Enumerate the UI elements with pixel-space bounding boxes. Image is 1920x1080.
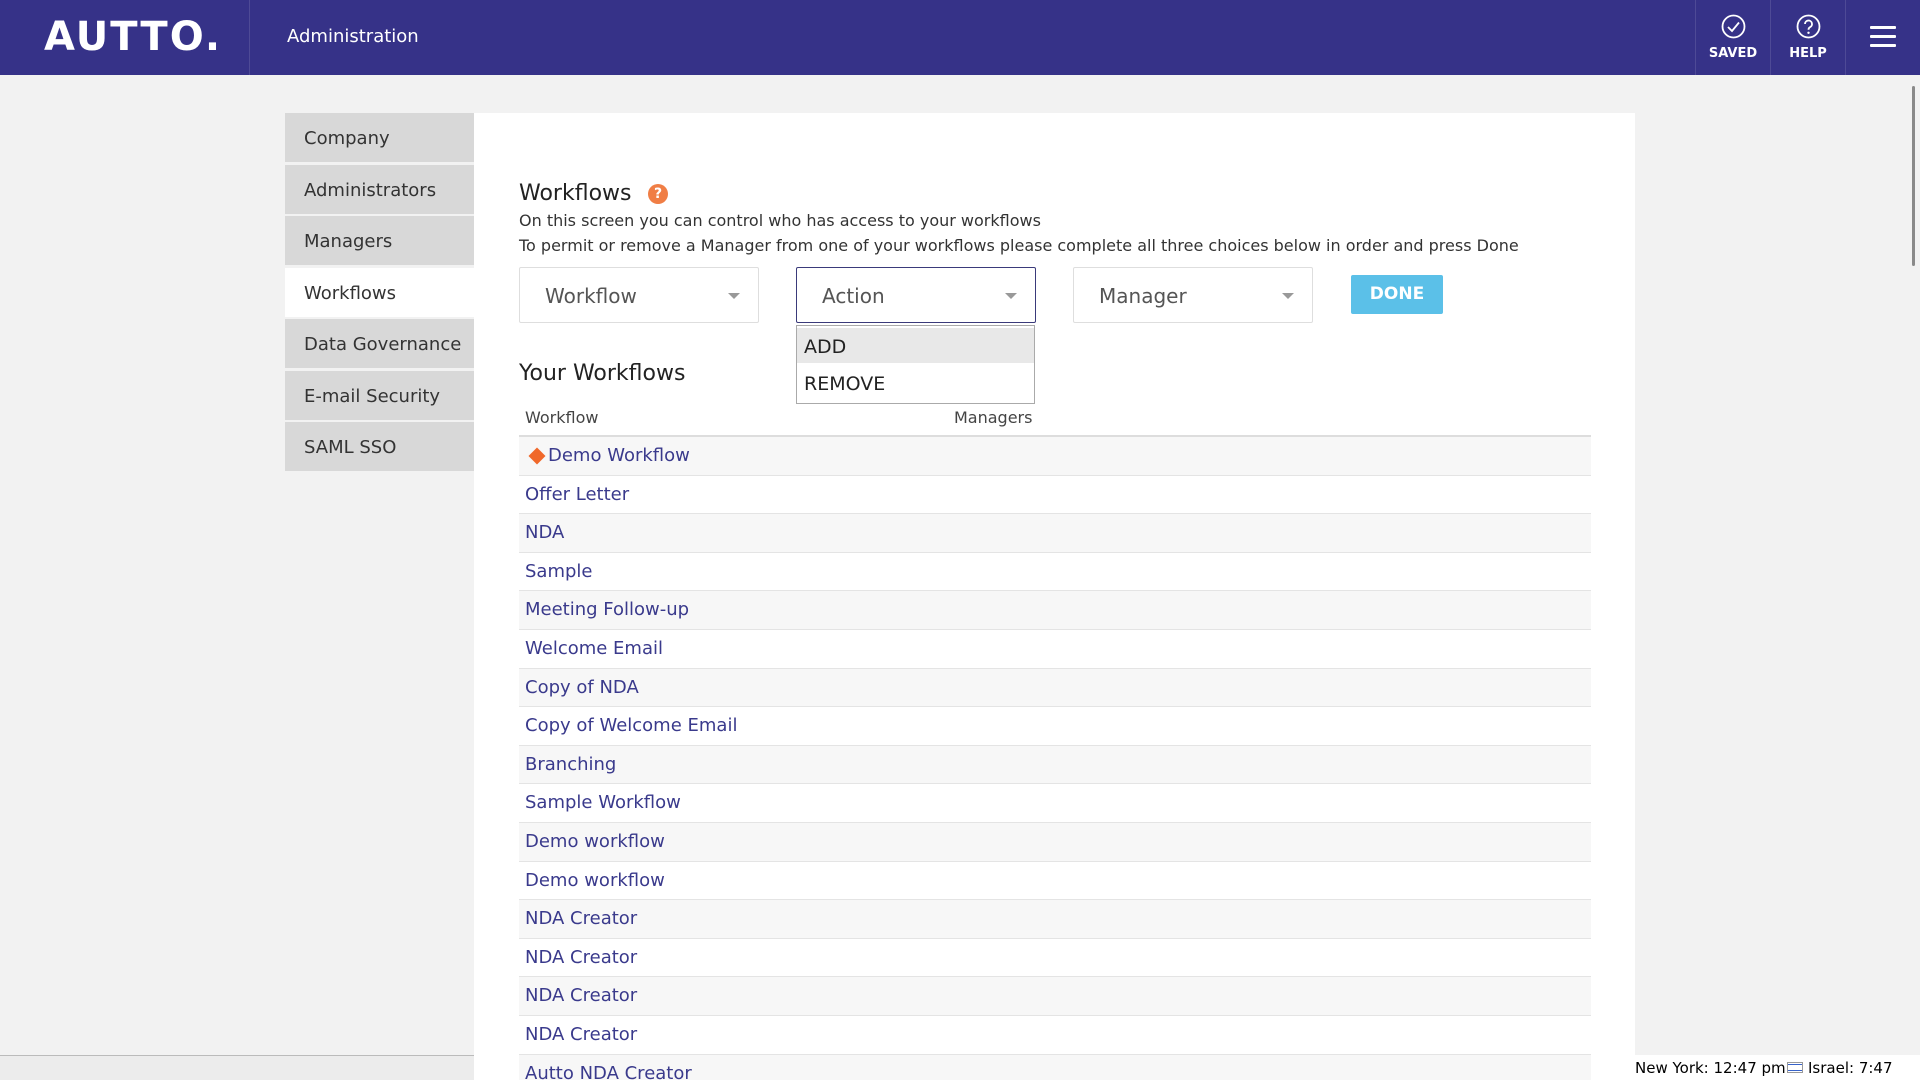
column-header-workflow: Workflow [525, 408, 599, 427]
help-circle-icon [1796, 14, 1821, 39]
workflow-link[interactable]: Welcome Email [525, 638, 663, 659]
table-row[interactable]: Demo workflow [519, 822, 1591, 862]
done-button[interactable]: DONE [1351, 275, 1443, 314]
divider [249, 0, 250, 75]
workflow-select-value: Workflow [545, 284, 637, 308]
clock-bar: New York: 12:47 pm Israel: 7:47 pm [1635, 1055, 1920, 1080]
table-row[interactable]: Autto NDA Creator [519, 1054, 1591, 1080]
sidebar-item-administrators[interactable]: Administrators [285, 164, 474, 214]
workflow-link[interactable]: NDA [525, 522, 564, 543]
chevron-down-icon [1005, 293, 1017, 299]
description-line-2: To permit or remove a Manager from one o… [519, 236, 1519, 255]
saved-button[interactable]: SAVED [1696, 0, 1770, 75]
table-row[interactable]: Meeting Follow-up [519, 591, 1591, 630]
table-row[interactable]: Copy of Welcome Email [519, 707, 1591, 746]
chevron-down-icon [728, 293, 740, 299]
table-row[interactable]: Branching [519, 745, 1591, 785]
action-option-add[interactable]: ADD [797, 328, 1034, 363]
table-row[interactable]: Sample [519, 552, 1591, 592]
help-label: HELP [1789, 46, 1827, 61]
table-row[interactable]: NDA Creator [519, 900, 1591, 939]
description-line-1: On this screen you can control who has a… [519, 211, 1041, 230]
workflow-select[interactable]: Workflow [519, 267, 759, 323]
page-title: Workflows [519, 181, 632, 206]
workflow-link[interactable]: Demo workflow [525, 831, 665, 852]
table-row[interactable]: Copy of NDA [519, 668, 1591, 708]
top-bar: AUTTO. Administration SAVED HELP [0, 0, 1920, 75]
workflow-link[interactable]: Sample [525, 561, 593, 582]
section-title: Administration [287, 26, 419, 47]
column-header-managers: Managers [954, 408, 1033, 427]
workflows-table: Demo Workflow Offer Letter NDA Sample Me… [519, 435, 1591, 1080]
chevron-down-icon [1282, 293, 1294, 299]
table-row[interactable]: Demo Workflow [519, 437, 1591, 476]
clock-new-york: New York: 12:47 pm [1635, 1059, 1786, 1077]
clock-israel: Israel: 7:47 pm [1808, 1059, 1893, 1080]
workflow-link[interactable]: Autto NDA Creator [525, 1063, 692, 1080]
table-row[interactable]: Welcome Email [519, 629, 1591, 669]
table-row[interactable]: NDA Creator [519, 1015, 1591, 1055]
table-row[interactable]: Sample Workflow [519, 784, 1591, 823]
your-workflows-title: Your Workflows [519, 361, 686, 386]
workflow-link[interactable]: Branching [525, 754, 616, 775]
divider [1845, 0, 1846, 75]
sidebar-item-managers[interactable]: Managers [285, 216, 474, 265]
workflow-link[interactable]: Demo workflow [525, 870, 665, 891]
help-icon[interactable]: ? [648, 184, 668, 204]
action-select-value: Action [822, 284, 885, 308]
help-button[interactable]: HELP [1771, 0, 1845, 75]
workflow-link[interactable]: Copy of Welcome Email [525, 715, 737, 736]
sidebar-item-workflows[interactable]: Workflows [285, 267, 474, 317]
israel-flag-icon [1787, 1062, 1803, 1073]
workflow-link[interactable]: NDA Creator [525, 1024, 637, 1045]
sidebar-item-email-security[interactable]: E-mail Security [285, 370, 474, 420]
workflow-link[interactable]: Offer Letter [525, 484, 629, 505]
menu-icon[interactable] [1870, 26, 1896, 48]
manager-select[interactable]: Manager [1073, 267, 1313, 323]
sidebar-item-data-governance[interactable]: Data Governance [285, 319, 474, 368]
action-option-remove[interactable]: REMOVE [797, 365, 1034, 400]
table-row[interactable]: Demo workflow [519, 861, 1591, 901]
status-bar [0, 1055, 474, 1080]
workflow-link[interactable]: Copy of NDA [525, 677, 639, 698]
workflow-link[interactable]: NDA Creator [525, 908, 637, 929]
table-row[interactable]: Offer Letter [519, 475, 1591, 515]
admin-sidebar: Company Administrators Managers Workflow… [285, 113, 474, 474]
autto-logo[interactable]: AUTTO. [44, 14, 222, 60]
workflow-link[interactable]: Demo Workflow [525, 445, 690, 466]
sidebar-item-saml-sso[interactable]: SAML SSO [285, 422, 474, 471]
action-dropdown-menu: ADD REMOVE [796, 325, 1035, 404]
page-scrollbar[interactable] [1912, 86, 1915, 266]
manager-select-value: Manager [1099, 284, 1187, 308]
action-select[interactable]: Action [796, 267, 1036, 323]
check-circle-icon [1721, 14, 1746, 39]
workflow-link[interactable]: Sample Workflow [525, 792, 681, 813]
workflow-link[interactable]: NDA Creator [525, 947, 637, 968]
table-row[interactable]: NDA Creator [519, 977, 1591, 1016]
table-row[interactable]: NDA Creator [519, 938, 1591, 978]
workflow-link[interactable]: NDA Creator [525, 985, 637, 1006]
workflow-link[interactable]: Meeting Follow-up [525, 599, 689, 620]
sidebar-item-company[interactable]: Company [285, 113, 474, 162]
table-row[interactable]: NDA [519, 514, 1591, 553]
saved-label: SAVED [1708, 46, 1758, 61]
